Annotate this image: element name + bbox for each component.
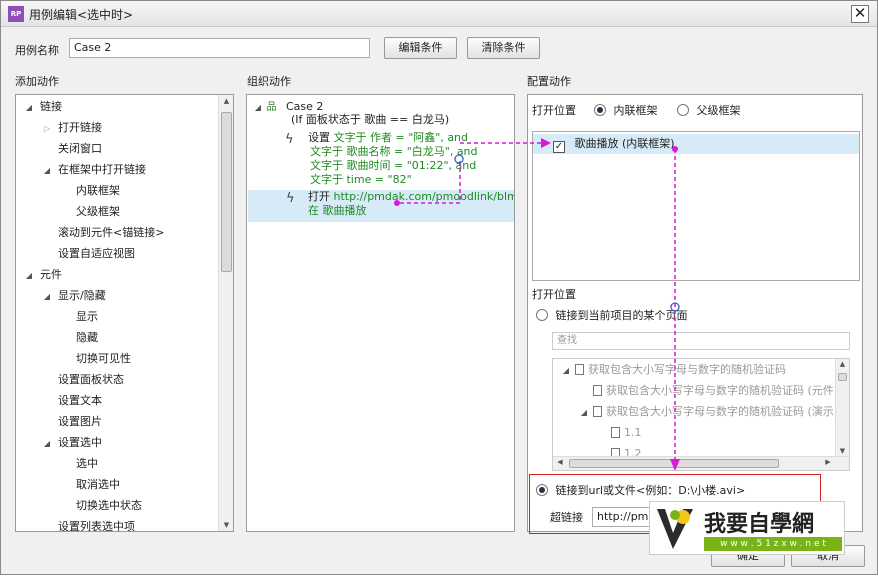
connector-handle — [454, 154, 464, 164]
arrow-head-right — [541, 138, 551, 148]
annotation-arrows — [394, 138, 680, 471]
logo-mark-icon — [657, 509, 693, 549]
arrow-head-down — [670, 459, 680, 471]
dialog-window: RP 用例编辑<选中时> ✕ 用例名称 Case 2 编辑条件 清除条件 添加动… — [0, 0, 878, 575]
watermark-text: 我要自學網 — [704, 511, 815, 537]
connector-dot — [672, 146, 678, 152]
watermark-url: w w w . 5 1 z x w . n e t — [704, 537, 842, 551]
watermark-logo: 我要自學網 w w w . 5 1 z x w . n e t — [649, 501, 845, 555]
arrow-connector-1 — [397, 161, 461, 204]
connector-dot — [394, 200, 400, 206]
